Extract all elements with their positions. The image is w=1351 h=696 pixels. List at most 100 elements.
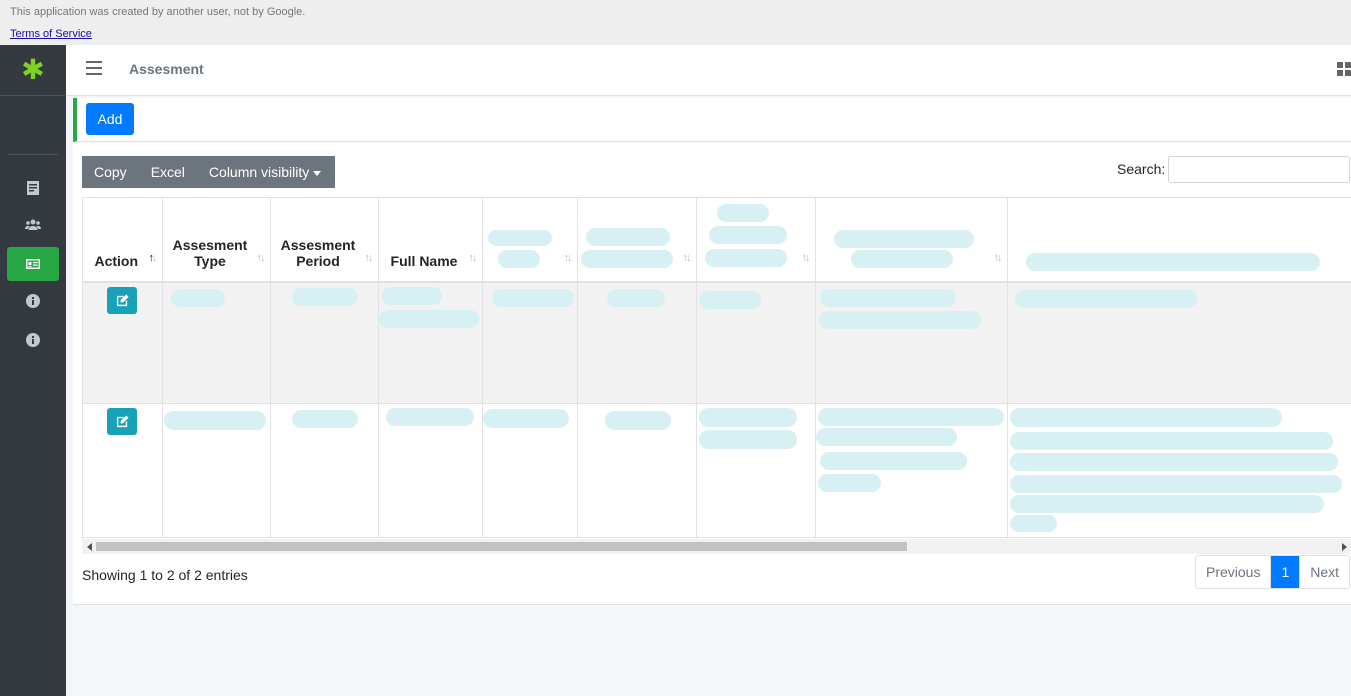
- redacted-text: [585, 228, 670, 246]
- add-button[interactable]: Add: [86, 103, 134, 135]
- sidebar-item-assesment[interactable]: [7, 247, 59, 281]
- sidebar-divider: [8, 154, 58, 155]
- column-header-redacted-6[interactable]: ↑↓: [577, 198, 697, 283]
- card-header: Add: [73, 98, 1351, 142]
- pagination: Previous 1 Next: [1195, 555, 1351, 589]
- redacted-text: [487, 230, 552, 246]
- redacted-text: [850, 250, 953, 268]
- edit-button[interactable]: [107, 287, 137, 314]
- sort-icon: ↑↓: [148, 252, 158, 264]
- brand[interactable]: ✱: [0, 45, 66, 96]
- redacted-text: [704, 249, 787, 267]
- scroll-left-icon[interactable]: [87, 543, 92, 551]
- column-header-redacted-7[interactable]: ↑↓: [696, 198, 816, 283]
- redacted-text: [1009, 452, 1338, 471]
- redacted-text: [818, 311, 981, 329]
- column-header-redacted-8[interactable]: ↑↓: [815, 198, 1008, 283]
- grid-layout-icon[interactable]: [1337, 62, 1351, 76]
- redacted-text: [381, 287, 442, 305]
- sort-icon: ↑↓: [801, 252, 811, 264]
- redacted-text: [291, 409, 358, 428]
- sort-icon: ↑↓: [563, 252, 573, 264]
- redacted-text: [1009, 431, 1333, 450]
- redacted-text: [1025, 253, 1320, 271]
- page-1-button[interactable]: 1: [1271, 556, 1301, 588]
- users-icon: [25, 219, 41, 230]
- column-header-assesment-type[interactable]: Assesment Type ↑↓: [162, 198, 271, 283]
- sort-icon: ↑↓: [682, 252, 692, 264]
- info-icon: [26, 294, 40, 308]
- horizontal-scrollbar[interactable]: [82, 539, 1351, 554]
- caret-down-icon: [313, 170, 322, 176]
- google-banner: This application was created by another …: [0, 0, 1351, 45]
- banner-message: This application was created by another …: [10, 6, 306, 18]
- terms-of-service-link[interactable]: Terms of Service: [10, 28, 92, 40]
- next-page-button[interactable]: Next: [1300, 556, 1350, 588]
- column-header-full-name[interactable]: Full Name ↑↓: [378, 198, 483, 283]
- redacted-text: [491, 289, 574, 307]
- redacted-text: [1014, 290, 1197, 308]
- excel-button[interactable]: Excel: [138, 156, 197, 188]
- redacted-text: [604, 410, 671, 430]
- data-table: Action ↑↓ Assesment Type ↑↓ Assesment Peri…: [82, 197, 1351, 539]
- id-card-icon: [26, 259, 40, 269]
- scroll-right-icon[interactable]: [1342, 543, 1347, 551]
- redacted-text: [815, 427, 957, 446]
- form-icon: [27, 181, 39, 195]
- edit-button[interactable]: [107, 407, 137, 435]
- redacted-text: [1009, 514, 1057, 532]
- redacted-text: [817, 407, 1004, 426]
- redacted-text: [698, 291, 761, 309]
- table-row: [83, 403, 1351, 538]
- redacted-text: [580, 250, 673, 268]
- copy-button[interactable]: Copy: [82, 156, 139, 188]
- redacted-text: [1009, 494, 1324, 513]
- column-header-action[interactable]: Action ↑↓: [83, 198, 163, 283]
- redacted-text: [378, 310, 479, 328]
- redacted-text: [1009, 407, 1282, 427]
- column-header-assesment-period[interactable]: Assesment Period ↑↓: [270, 198, 379, 283]
- redacted-text: [698, 407, 797, 427]
- column-visibility-button[interactable]: Column visibility: [196, 156, 336, 188]
- redacted-text: [698, 429, 797, 449]
- redacted-text: [482, 408, 569, 428]
- sidebar-item-form[interactable]: [7, 171, 59, 205]
- redacted-text: [497, 250, 540, 268]
- export-button-group: Copy Excel Column visibility: [82, 156, 336, 188]
- sort-icon: ↑↓: [468, 252, 478, 264]
- sort-icon: ↑↓: [256, 252, 266, 264]
- scrollbar-thumb[interactable]: [96, 542, 907, 551]
- action-cell: [83, 282, 163, 404]
- column-header-redacted-9[interactable]: ↑↓: [1007, 198, 1351, 283]
- page-title: Assesment: [129, 61, 204, 77]
- sort-icon: ↑↓: [993, 252, 1003, 264]
- search-label: Search:: [1117, 161, 1166, 177]
- redacted-text: [163, 410, 266, 430]
- sidebar-item-info-2[interactable]: [7, 323, 59, 357]
- logo-icon: ✱: [21, 54, 45, 85]
- edit-icon: [116, 414, 129, 427]
- redacted-text: [385, 407, 474, 426]
- info-icon: [26, 333, 40, 347]
- redacted-text: [708, 226, 787, 244]
- sidebar-item-info-1[interactable]: [7, 284, 59, 318]
- previous-page-button[interactable]: Previous: [1196, 556, 1272, 588]
- redacted-text: [1009, 474, 1342, 493]
- redacted-text: [819, 289, 956, 307]
- column-visibility-label: Column visibility: [208, 164, 310, 180]
- menu-toggle-icon[interactable]: [86, 61, 102, 77]
- table-info: Showing 1 to 2 of 2 entries: [82, 567, 248, 583]
- table-row: [83, 282, 1351, 404]
- action-cell: [83, 403, 163, 538]
- search-input[interactable]: [1168, 156, 1350, 183]
- redacted-text: [291, 288, 358, 306]
- edit-icon: [116, 294, 129, 307]
- redacted-text: [716, 204, 769, 222]
- column-header-redacted-5[interactable]: ↑↓: [482, 198, 578, 283]
- redacted-text: [606, 289, 665, 307]
- top-navbar: Assesment: [66, 45, 1351, 96]
- sidebar-item-users[interactable]: [7, 208, 59, 242]
- sidebar: ✱: [0, 45, 66, 696]
- redacted-text: [170, 289, 225, 307]
- sort-icon: ↑↓: [364, 252, 374, 264]
